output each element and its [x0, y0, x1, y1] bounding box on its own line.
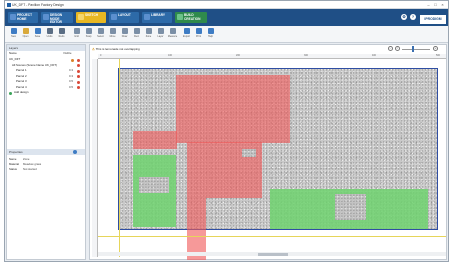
- zoom-control: − ⌕ +: [388, 46, 444, 52]
- zoom-fit-icon[interactable]: ⌕: [395, 46, 400, 51]
- tab-library[interactable]: LIBRARY: [142, 12, 172, 23]
- tab-build-creation[interactable]: BUILD CREATION: [175, 12, 207, 23]
- help-icon[interactable]: ?: [410, 14, 416, 20]
- select-icon: [97, 28, 104, 34]
- layer-tree: UK_DFT All Scenes (Scene Name UK_DFT) Pa…: [7, 57, 85, 96]
- snap-button[interactable]: Snap: [83, 28, 94, 41]
- move-icon: [109, 28, 116, 34]
- grid-icon: [73, 28, 80, 34]
- overlap-warning: ⚠This is lemonade not overlapping: [92, 47, 140, 51]
- home-icon: [10, 14, 16, 20]
- zoom-out-icon[interactable]: −: [388, 46, 393, 51]
- title-bar: UK_DFT - Pavilion Factory Design – □ ×: [5, 1, 448, 9]
- layout-icon: [111, 14, 117, 20]
- pencil-icon: [121, 28, 128, 34]
- window-title: UK_DFT - Pavilion Factory Design: [12, 3, 64, 7]
- library-icon: [144, 14, 150, 20]
- zoom-slider-handle[interactable]: [412, 46, 414, 52]
- design-icon: [43, 14, 49, 20]
- maximize-icon[interactable]: □: [433, 2, 438, 7]
- layers-icon: [157, 28, 164, 34]
- close-icon[interactable]: ×: [440, 2, 445, 7]
- ribbon: PROJECT HOME DESIGN MODE EDITOR SKETCH LAY…: [5, 9, 448, 26]
- tree-item-add-design[interactable]: Add design: [7, 90, 85, 96]
- help-button[interactable]: Help: [205, 28, 216, 41]
- scrollbar-thumb[interactable]: [258, 252, 288, 256]
- lock-icon[interactable]: [77, 64, 80, 67]
- export-icon: [183, 28, 190, 34]
- red-zone-bottom-leg[interactable]: [187, 198, 206, 260]
- snap-icon: [85, 28, 92, 34]
- settings-icon[interactable]: ⚙: [401, 14, 407, 20]
- export-button[interactable]: Export: [181, 28, 192, 41]
- rectangle-icon: [133, 28, 140, 34]
- zoom-slider[interactable]: [402, 48, 430, 50]
- minimize-icon[interactable]: –: [426, 2, 431, 7]
- undo-button[interactable]: Undo: [44, 28, 55, 41]
- app-icon: [7, 3, 11, 7]
- lock-icon[interactable]: [77, 75, 80, 78]
- vertical-ruler: [92, 59, 98, 257]
- property-row: Status Not started: [9, 167, 37, 171]
- folder-icon: [22, 28, 29, 34]
- lock-icon[interactable]: [77, 58, 80, 62]
- cutout-small: [242, 149, 256, 157]
- redo-icon: [58, 28, 65, 34]
- grid-button[interactable]: Grid: [71, 28, 82, 41]
- lock-icon[interactable]: [77, 86, 80, 89]
- question-icon: [207, 28, 214, 34]
- print-button[interactable]: Print: [193, 28, 204, 41]
- sidebar: Layers Name Visible UK_DFT All Scenes (S…: [6, 44, 86, 260]
- tab-layout[interactable]: LAYOUT: [109, 12, 139, 23]
- red-zone-left-bar[interactable]: [133, 131, 177, 149]
- horizontal-scrollbar[interactable]: [98, 252, 446, 256]
- tree-column-header: Name Visible: [9, 51, 72, 55]
- save-icon: [34, 28, 41, 34]
- sketch-icon: [78, 14, 84, 20]
- warning-icon: ⚠: [92, 47, 95, 51]
- tab-design-mode[interactable]: DESIGN MODE EDITOR: [41, 12, 73, 24]
- layer-button[interactable]: Layer: [155, 28, 166, 41]
- brand-logo: IPRODIGM: [420, 15, 446, 24]
- new-button[interactable]: New: [8, 28, 19, 41]
- add-icon: [9, 91, 12, 95]
- cutout-right: [335, 194, 366, 220]
- select-button[interactable]: Select: [95, 28, 106, 41]
- zone-button[interactable]: Zone: [143, 28, 154, 41]
- visible-icon[interactable]: [71, 58, 74, 62]
- new-icon: [10, 28, 17, 34]
- zone-icon: [145, 28, 152, 34]
- red-zone-top[interactable]: [176, 75, 290, 143]
- draw-button[interactable]: Draw: [119, 28, 130, 41]
- rect-button[interactable]: Rect: [131, 28, 142, 41]
- measure-button[interactable]: Measure: [167, 28, 178, 41]
- site-plan[interactable]: [118, 68, 438, 260]
- redo-button[interactable]: Redo: [56, 28, 67, 41]
- save-button[interactable]: Save: [32, 28, 43, 41]
- app-window: UK_DFT - Pavilion Factory Design – □ × P…: [4, 0, 449, 262]
- print-icon: [195, 28, 202, 34]
- guide-line-vertical: [119, 59, 120, 257]
- open-button[interactable]: Open: [20, 28, 31, 41]
- move-button[interactable]: Move: [107, 28, 118, 41]
- info-icon[interactable]: [73, 150, 77, 154]
- tab-project-home[interactable]: PROJECT HOME: [8, 12, 38, 23]
- lock-icon[interactable]: [77, 80, 80, 84]
- lock-icon[interactable]: [77, 69, 80, 73]
- canvas-pane: ⚠This is lemonade not overlapping − ⌕ + …: [89, 44, 447, 260]
- guide-line-horizontal: [98, 236, 446, 237]
- horizontal-ruler: 0 100 200 300 400 500: [98, 54, 446, 59]
- tab-sketch[interactable]: SKETCH: [76, 12, 106, 23]
- zoom-in-icon[interactable]: +: [433, 46, 438, 51]
- properties-list: Name Zone Material Meadow grass Status N…: [7, 157, 85, 172]
- ruler-icon: [169, 28, 176, 34]
- toolbar: New Open Save Undo Redo Grid Snap Select…: [5, 26, 448, 43]
- build-icon: [177, 14, 183, 20]
- cutout-left: [139, 177, 169, 193]
- undo-icon: [46, 28, 53, 34]
